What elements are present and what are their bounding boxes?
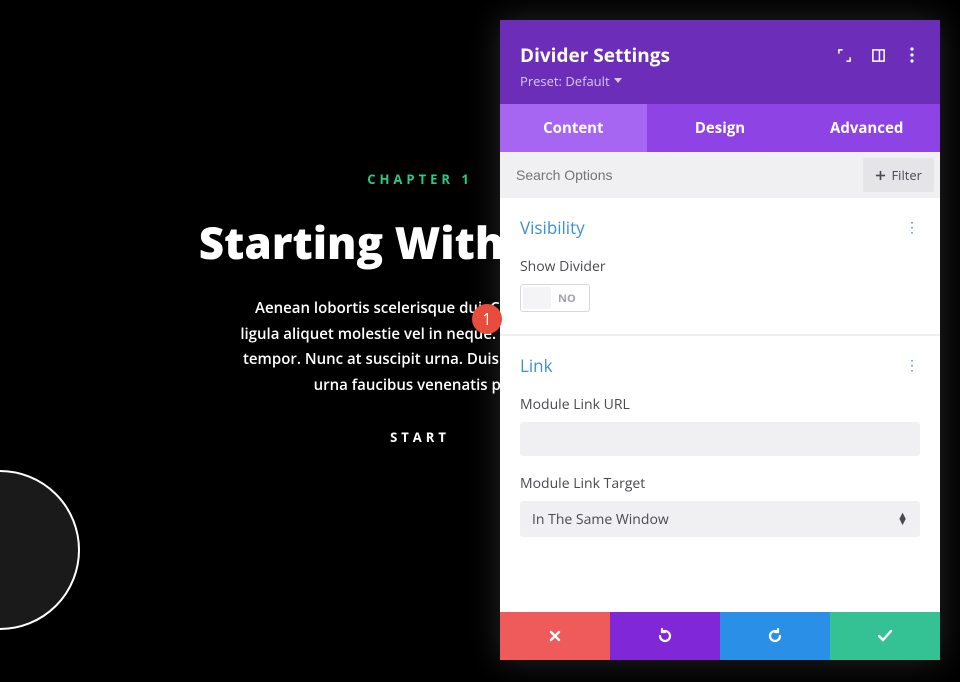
modal-header[interactable]: Divider Settings Preset: Default (500, 20, 940, 104)
step-badge-1: 1 (472, 304, 502, 334)
search-bar: Filter (500, 152, 940, 198)
save-button[interactable] (830, 612, 940, 660)
select-arrows-icon: ▲▼ (897, 513, 908, 525)
show-divider-toggle[interactable]: NO (520, 284, 590, 312)
chevron-down-icon (614, 78, 622, 84)
search-input[interactable] (516, 167, 863, 183)
show-divider-label: Show Divider (520, 257, 920, 276)
redo-icon (766, 627, 784, 645)
modal-title: Divider Settings (520, 42, 670, 68)
undo-icon (656, 627, 674, 645)
preset-dropdown[interactable]: Preset: Default (520, 72, 920, 90)
modal-body[interactable]: Visibility ⋮ Show Divider NO Link ⋮ Modu… (500, 198, 940, 612)
divider-settings-modal: Divider Settings Preset: Default Content… (500, 20, 940, 660)
expand-icon[interactable] (836, 47, 852, 63)
tab-content[interactable]: Content (500, 104, 647, 152)
section-title-visibility[interactable]: Visibility (520, 216, 585, 239)
check-icon (877, 629, 893, 643)
redo-button[interactable] (720, 612, 830, 660)
modal-tabs: Content Design Advanced (500, 104, 940, 152)
modal-footer (500, 612, 940, 660)
section-link: Link ⋮ Module Link URL Module Link Targe… (500, 336, 940, 559)
plus-icon (875, 170, 886, 181)
section-visibility: Visibility ⋮ Show Divider NO (500, 198, 940, 336)
tab-advanced[interactable]: Advanced (793, 104, 940, 152)
dock-icon[interactable] (870, 47, 886, 63)
close-icon (548, 629, 562, 643)
section-menu-icon[interactable]: ⋮ (905, 362, 920, 369)
module-link-target-label: Module Link Target (520, 474, 920, 493)
module-link-target-select[interactable]: In The Same Window ▲▼ (520, 501, 920, 537)
section-menu-icon[interactable]: ⋮ (905, 224, 920, 231)
cancel-button[interactable] (500, 612, 610, 660)
decorative-circle (0, 470, 80, 630)
module-link-url-label: Module Link URL (520, 395, 920, 414)
section-title-link[interactable]: Link (520, 354, 553, 377)
kebab-menu-icon[interactable] (904, 47, 920, 63)
tab-design[interactable]: Design (647, 104, 794, 152)
module-link-url-input[interactable] (520, 422, 920, 456)
undo-button[interactable] (610, 612, 720, 660)
filter-button[interactable]: Filter (863, 158, 934, 192)
